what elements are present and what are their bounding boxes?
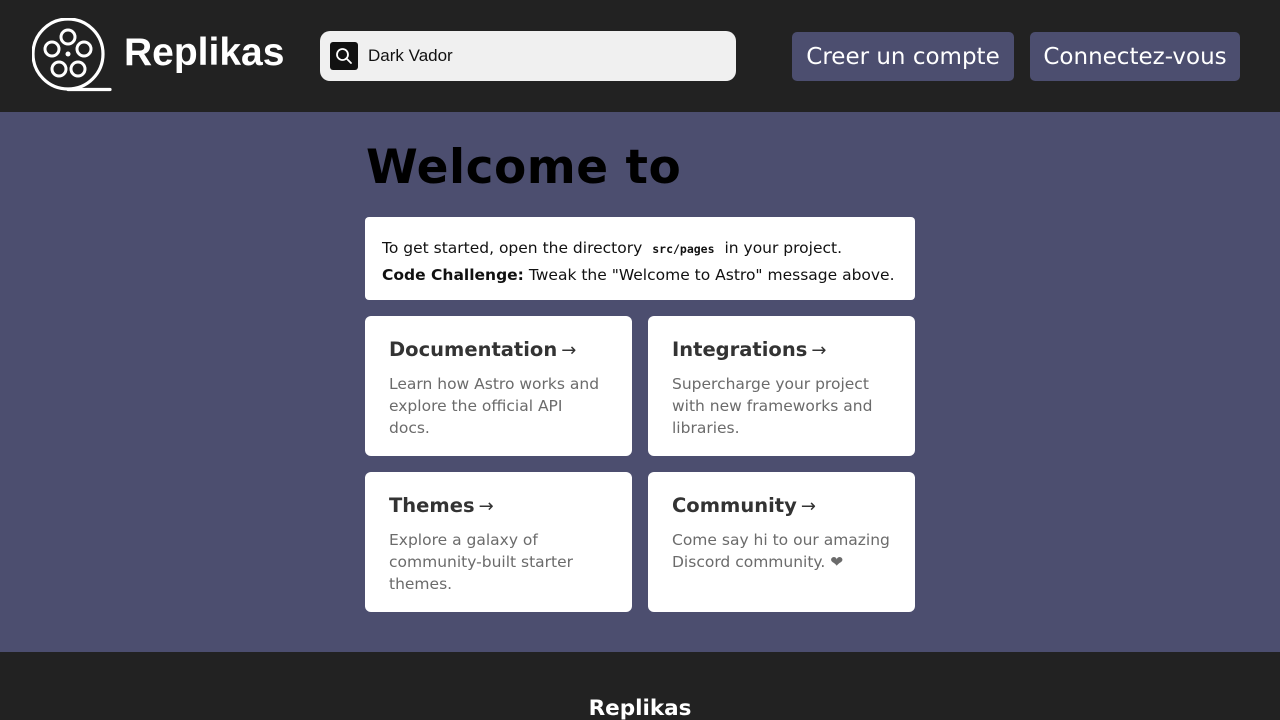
login-button[interactable]: Connectez-vous [1030,32,1240,81]
search-button[interactable] [330,42,358,70]
card-title: Themes → [389,494,608,519]
brand-name[interactable]: Replikas [124,31,284,75]
card-description: Supercharge your project with new framew… [672,375,873,437]
card-title-text: Integrations [672,338,808,361]
arrow-right-icon: → [800,496,816,517]
instructions-text: To get started, open the directory [382,239,643,257]
card-title: Documentation → [389,338,608,363]
card-themes[interactable]: Themes → Explore a galaxy of community-bu… [365,472,632,612]
site-header: Replikas Creer un compte Connectez-vous [0,0,1280,112]
card-title: Community → [672,494,891,519]
search-bar [320,31,736,81]
page-title: Welcome to [366,140,682,195]
instructions-box: To get started, open the directory src/p… [365,217,915,300]
film-reel-icon [32,18,112,92]
card-community[interactable]: Community → Come say hi to our amazing Di… [648,472,915,612]
card-documentation[interactable]: Documentation → Learn how Astro works and… [365,316,632,456]
brand-logo[interactable]: Replikas [32,18,284,92]
instructions-line-2: Code Challenge: Tweak the "Welcome to As… [382,262,899,288]
search-input[interactable] [368,31,724,81]
card-description: Learn how Astro works and explore the of… [389,375,600,437]
search-icon [336,48,352,64]
arrow-right-icon: → [478,496,494,517]
card-title: Integrations → [672,338,891,363]
register-button[interactable]: Creer un compte [792,32,1014,81]
card-title-text: Documentation [389,338,558,361]
arrow-right-icon: → [561,340,577,361]
card-title-text: Themes [389,494,475,517]
directory-code: src/pages [652,242,715,256]
challenge-text: Tweak the "Welcome to Astro" message abo… [528,266,895,284]
instructions-text: in your project. [724,239,843,257]
card-description: Explore a galaxy of community-built star… [389,531,574,593]
card-integrations[interactable]: Integrations → Supercharge your project w… [648,316,915,456]
challenge-label: Code Challenge: [382,266,524,284]
arrow-right-icon: → [811,340,827,361]
card-title-text: Community [672,494,797,517]
instructions-line-1: To get started, open the directory src/p… [382,235,899,262]
footer-title: Replikas [588,696,692,720]
card-description: Come say hi to our amazing Discord commu… [672,531,890,571]
site-footer: Replikas [0,652,1280,720]
